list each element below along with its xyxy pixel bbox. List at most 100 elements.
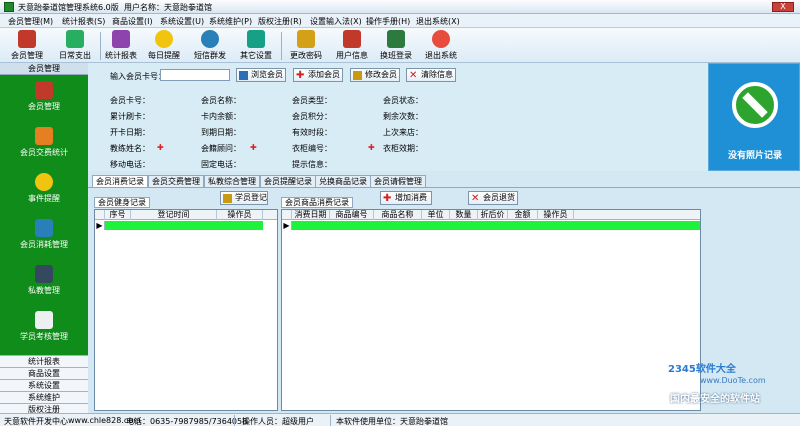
tab-consumption-records[interactable]: 会员消费记录 bbox=[92, 175, 148, 187]
card-number-input[interactable] bbox=[160, 69, 230, 81]
column-register-time[interactable]: 登记时间 bbox=[131, 210, 217, 220]
pin-icon[interactable]: ✚ bbox=[157, 144, 164, 152]
fitness-records-grid[interactable]: 序号 登记时间 操作员 ▶ bbox=[94, 209, 278, 411]
toolbar-report-button[interactable]: 统计报表 bbox=[98, 30, 144, 62]
column-operator[interactable]: 操作员 bbox=[538, 210, 574, 220]
menu-system-settings[interactable]: 系统设置(U) bbox=[158, 15, 206, 28]
column-operator[interactable]: 操作员 bbox=[217, 210, 263, 220]
menu-license[interactable]: 版权注册(R) bbox=[256, 15, 304, 28]
power-icon bbox=[432, 30, 450, 48]
add-icon: ✚ bbox=[383, 193, 392, 204]
fitness-records-tab[interactable]: 会员健身记录 bbox=[94, 197, 150, 208]
clear-icon: ✕ bbox=[409, 70, 418, 81]
field-last-visit: 上次来店： bbox=[383, 128, 423, 137]
column-unit[interactable]: 单位 bbox=[422, 210, 450, 220]
column-product-name[interactable]: 商品名称 bbox=[374, 210, 422, 220]
clear-icon: ✕ bbox=[471, 193, 480, 204]
add-consumption-button[interactable]: ✚ 增加消费 bbox=[380, 191, 432, 205]
menu-member[interactable]: 会员管理(M) bbox=[6, 15, 55, 28]
status-operator: 操作人员：超级用户 bbox=[242, 417, 314, 426]
toolbar-password-button[interactable]: 更改密码 bbox=[283, 30, 329, 62]
toolbar-reminder-button[interactable]: 每日提醒 bbox=[141, 30, 187, 62]
sidebar-category-maintenance[interactable]: 系统维护 bbox=[0, 391, 88, 403]
exam-icon bbox=[35, 311, 53, 329]
column-index[interactable]: 序号 bbox=[105, 210, 131, 220]
gift-icon bbox=[18, 30, 36, 48]
row-indicator-icon: ▶ bbox=[95, 221, 105, 230]
field-expire-date: 到期日期： bbox=[201, 128, 241, 137]
field-locker-no: 衣柜编号： bbox=[292, 144, 332, 153]
tab-fee-management[interactable]: 会员交费管理 bbox=[148, 175, 204, 187]
add-member-button[interactable]: ✚ 添加会员 bbox=[293, 68, 343, 82]
sidebar-item-member[interactable]: 会员管理 bbox=[0, 75, 88, 121]
toolbar-expense-button[interactable]: 日常支出 bbox=[52, 30, 98, 62]
pin-icon[interactable]: ✚ bbox=[368, 144, 375, 152]
watermark-brand: 2345软件大全 bbox=[668, 364, 736, 375]
sidebar-panel: 会员管理 会员交费统计 事件提醒 会员消耗管理 私教管理 学员考核管理 bbox=[0, 75, 88, 355]
product-consumption-tab[interactable]: 会员商品消费记录 bbox=[281, 197, 353, 208]
pin-icon[interactable]: ✚ bbox=[250, 144, 257, 152]
member-photo-panel: 没有照片记录 bbox=[708, 63, 800, 171]
toolbar-shift-button[interactable]: 换班登录 bbox=[373, 30, 419, 62]
clear-info-button[interactable]: ✕ 清除信息 bbox=[406, 68, 456, 82]
field-points: 会员积分： bbox=[292, 112, 332, 121]
field-mobile: 移动电话： bbox=[110, 160, 150, 169]
grid-header: 序号 登记时间 操作员 bbox=[95, 210, 277, 220]
table-row[interactable] bbox=[282, 221, 700, 230]
tab-coach-management[interactable]: 私教综合管理 bbox=[204, 175, 260, 187]
member-return-button[interactable]: ✕ 会员退货 bbox=[468, 191, 518, 205]
column-product-no[interactable]: 商品编号 bbox=[330, 210, 374, 220]
globe-icon bbox=[201, 30, 219, 48]
menu-products[interactable]: 商品设置(I) bbox=[110, 15, 155, 28]
column-qty[interactable]: 数量 bbox=[450, 210, 478, 220]
record-tabs: 会员消费记录 会员交费管理 私教综合管理 会员提醒记录 兑换商品记录 会员请假管… bbox=[88, 174, 800, 188]
sidebar-item-consumption[interactable]: 会员消耗管理 bbox=[0, 213, 88, 259]
column-amount[interactable]: 金额 bbox=[508, 210, 538, 220]
sidebar-item-fee-stats[interactable]: 会员交费统计 bbox=[0, 121, 88, 167]
field-member-type: 会员类型： bbox=[292, 96, 332, 105]
menu-maintenance[interactable]: 系统维护(P) bbox=[207, 15, 254, 28]
tab-exchange-records[interactable]: 兑换商品记录 bbox=[315, 175, 371, 187]
members-icon bbox=[35, 219, 53, 237]
sidebar-category-reports[interactable]: 统计报表 bbox=[0, 355, 88, 367]
edit-member-button[interactable]: 修改会员 bbox=[350, 68, 400, 82]
window-user-label: 用户名称：天意跆拳道馆 bbox=[124, 3, 212, 12]
sidebar-item-exam[interactable]: 学员考核管理 bbox=[0, 305, 88, 351]
toolbar-userinfo-button[interactable]: 用户信息 bbox=[329, 30, 375, 62]
tab-leave-management[interactable]: 会员请假管理 bbox=[370, 175, 426, 187]
toolbar-sms-button[interactable]: 短信群发 bbox=[187, 30, 233, 62]
handshake-icon bbox=[387, 30, 405, 48]
edit-icon bbox=[223, 194, 232, 203]
sidebar: 会员管理 会员管理 会员交费统计 事件提醒 会员消耗管理 私教管理 学员考核管理… bbox=[0, 63, 88, 415]
menu-reports[interactable]: 统计报表(S) bbox=[60, 15, 107, 28]
sidebar-item-coach[interactable]: 私教管理 bbox=[0, 259, 88, 305]
sidebar-category-settings[interactable]: 系统设置 bbox=[0, 379, 88, 391]
column-discount-price[interactable]: 折后价 bbox=[478, 210, 508, 220]
money-icon bbox=[66, 30, 84, 48]
tab-reminder-records[interactable]: 会员提醒记录 bbox=[260, 175, 316, 187]
sidebar-item-reminder[interactable]: 事件提醒 bbox=[0, 167, 88, 213]
toolbar-settings-button[interactable]: 其它设置 bbox=[233, 30, 279, 62]
menu-manual[interactable]: 操作手册(H) bbox=[364, 15, 412, 28]
sidebar-header[interactable]: 会员管理 bbox=[0, 63, 88, 75]
field-valid-period: 有效时段： bbox=[292, 128, 332, 137]
watermark-url: www.DuoTe.com bbox=[700, 376, 766, 385]
student-register-button[interactable]: 学员登记 bbox=[220, 191, 268, 205]
sidebar-category-products[interactable]: 商品设置 bbox=[0, 367, 88, 379]
browse-member-button[interactable]: 浏览会员 bbox=[236, 68, 286, 82]
report-icon bbox=[112, 30, 130, 48]
menu-input-method[interactable]: 设置输入法(X) bbox=[308, 15, 364, 28]
product-consumption-grid[interactable]: 消费日期 商品编号 商品名称 单位 数量 折后价 金额 操作员 ▶ bbox=[281, 209, 701, 411]
grid-header-blank bbox=[282, 210, 292, 220]
column-date[interactable]: 消费日期 bbox=[292, 210, 330, 220]
toolbar-member-button[interactable]: 会员管理 bbox=[4, 30, 50, 62]
grid-header: 消费日期 商品编号 商品名称 单位 数量 折后价 金额 操作员 bbox=[282, 210, 700, 220]
field-notice: 提示信息： bbox=[292, 160, 332, 169]
menu-exit[interactable]: 退出系统(X) bbox=[414, 15, 462, 28]
field-phone: 固定电话： bbox=[201, 160, 241, 169]
toolbar-exit-button[interactable]: 退出系统 bbox=[418, 30, 464, 62]
gift-icon bbox=[35, 81, 53, 99]
status-bar: 天意软件开发中心 www.chle828.com 电话：0635-7987985… bbox=[0, 413, 800, 426]
table-row[interactable] bbox=[95, 221, 263, 230]
close-button[interactable]: X bbox=[772, 2, 794, 12]
